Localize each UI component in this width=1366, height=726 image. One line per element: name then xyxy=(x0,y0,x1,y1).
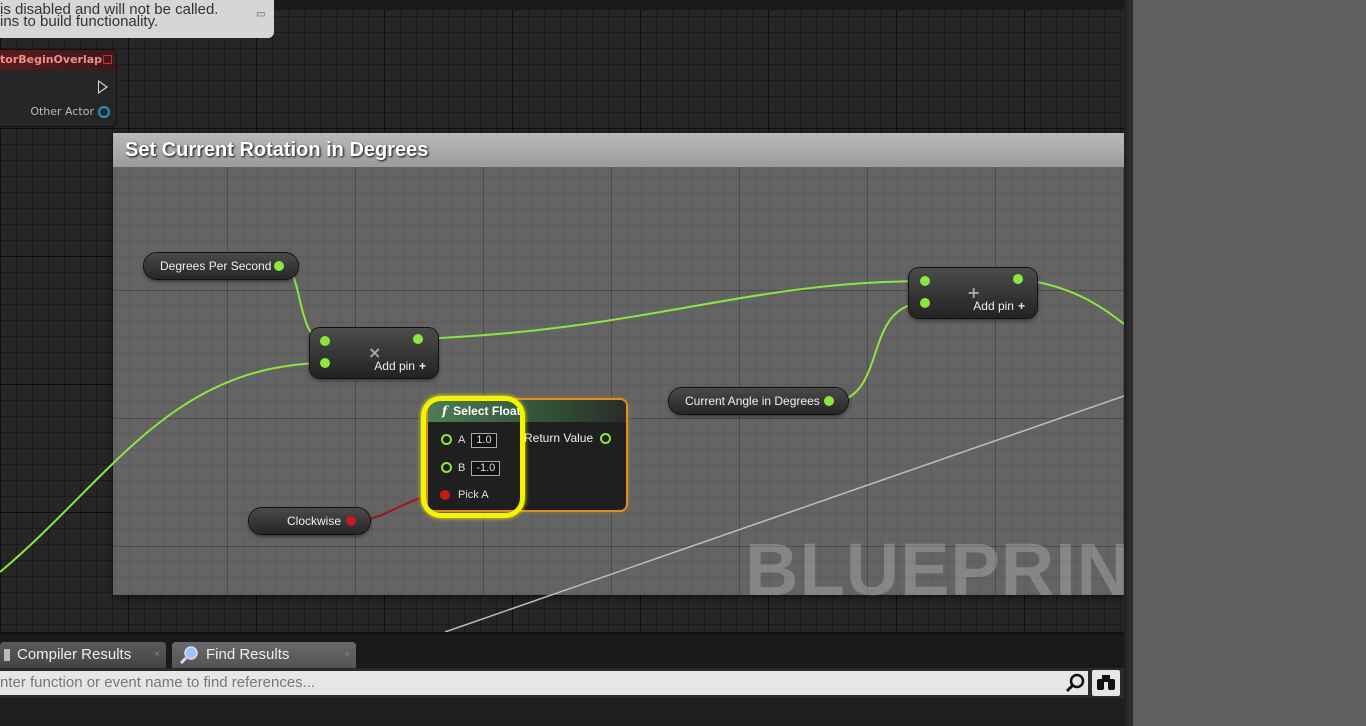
find-icon xyxy=(180,646,198,665)
float-output-pin-icon[interactable] xyxy=(413,334,423,344)
float-input-pin-a-icon[interactable] xyxy=(320,336,330,346)
return-value-label: Return Value xyxy=(524,431,594,445)
close-tab-icon[interactable]: × xyxy=(154,642,160,668)
find-references-input[interactable]: nter function or event name to find refe… xyxy=(0,671,1064,695)
node-multiply[interactable]: × Add pin + xyxy=(310,328,438,378)
node-current-angle-in-degrees[interactable]: Current Angle in Degrees xyxy=(669,388,848,414)
node-label: Degrees Per Second xyxy=(160,259,272,273)
blueprint-graph[interactable]: is disabled and will not be called. ins … xyxy=(0,0,1124,632)
float-input-pin-b-icon[interactable] xyxy=(920,298,930,308)
results-tab-bar: Compiler Results × Find Results × xyxy=(0,634,1124,668)
add-pin-label: Add pin xyxy=(374,359,415,373)
float-output-pin-icon[interactable] xyxy=(600,433,611,444)
tab-find-results[interactable]: Find Results × xyxy=(172,642,356,668)
float-output-pin-icon[interactable] xyxy=(824,396,834,406)
node-add[interactable]: + Add pin + xyxy=(909,268,1037,318)
right-panel xyxy=(1133,0,1366,726)
float-output-pin-icon[interactable] xyxy=(274,261,284,271)
wire-left-to-multiply xyxy=(0,362,326,573)
highlight-annotation xyxy=(421,396,525,518)
plus-icon: + xyxy=(1017,299,1025,313)
node-degrees-per-second[interactable]: Degrees Per Second xyxy=(144,253,298,279)
close-tab-icon[interactable]: × xyxy=(344,642,350,668)
wire-angle-to-add xyxy=(828,302,926,403)
binoculars-icon-svg xyxy=(1097,675,1115,690)
find-results-search-bar: nter function or event name to find refe… xyxy=(0,668,1124,698)
float-input-pin-b-icon[interactable] xyxy=(320,358,330,368)
add-pin-button[interactable]: Add pin + xyxy=(374,359,426,373)
plus-icon: + xyxy=(418,359,426,373)
tab-label: Compiler Results xyxy=(17,646,132,663)
float-input-pin-a-icon[interactable] xyxy=(920,276,930,286)
bottom-status-strip xyxy=(0,698,1124,726)
node-label: Current Angle in Degrees xyxy=(685,394,820,408)
add-pin-label: Add pin xyxy=(973,299,1014,313)
compiler-results-icon xyxy=(4,649,10,661)
add-pin-button[interactable]: Add pin + xyxy=(973,299,1025,313)
tab-compiler-results[interactable]: Compiler Results × xyxy=(0,642,166,668)
binoculars-icon[interactable] xyxy=(1092,670,1120,696)
wire-multiply-to-add xyxy=(417,280,926,340)
tab-label: Find Results xyxy=(206,646,290,663)
magnifier-icon-svg xyxy=(1065,673,1085,693)
node-label: Clockwise xyxy=(287,514,342,528)
float-output-pin-icon[interactable] xyxy=(1013,274,1023,284)
bool-output-pin-icon[interactable] xyxy=(346,516,356,526)
node-clockwise[interactable]: Clockwise xyxy=(249,508,370,534)
magnifier-icon[interactable] xyxy=(1064,671,1088,695)
